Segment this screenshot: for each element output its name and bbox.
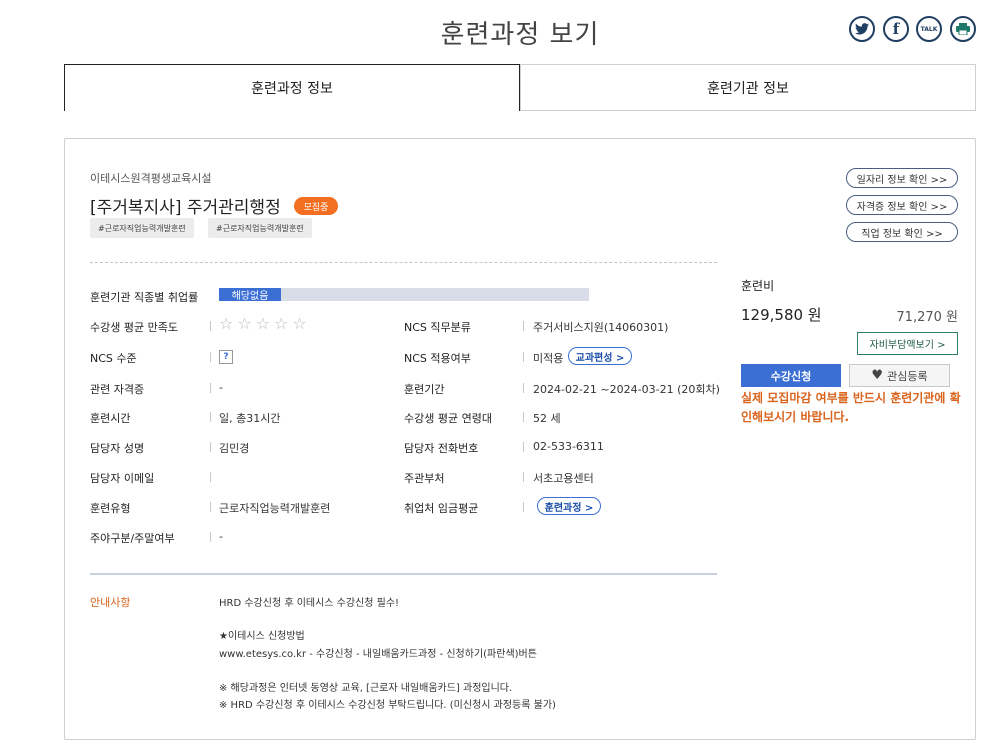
course-tag[interactable]: #근로자직업능력개발훈련 (208, 218, 312, 238)
course-title: [주거복지사] 주거관리행정 (90, 198, 281, 218)
print-button[interactable] (950, 16, 976, 42)
kakaotalk-share-button[interactable]: TALK (916, 16, 942, 42)
career-info-link[interactable]: 직업 정보 확인 >> (846, 222, 958, 242)
training-type-label: 훈련유형 (90, 502, 131, 515)
fee-amount: 129,580 원 (741, 306, 822, 324)
twitter-share-button[interactable] (849, 16, 875, 42)
related-cert-label: 관련 자격증 (90, 383, 145, 396)
notice-label: 안내사항 (90, 596, 131, 609)
manager-phone-value: 02-533-6311 (533, 440, 604, 453)
avg-age-label: 수강생 평균 연령대 (404, 412, 492, 425)
manager-email-label: 담당자 이메일 (90, 472, 155, 485)
ministry-value: 서초고용센터 (533, 472, 594, 485)
apply-button[interactable]: 수강신청 (741, 364, 841, 387)
institution-name: 이테시스원격평생교육시설 (90, 172, 212, 185)
notice-line: ※ HRD 수강신청 후 이테시스 수강신청 부탁드립니다. (미신청시 과정등… (219, 700, 556, 711)
divider (523, 321, 524, 331)
divider (210, 383, 211, 393)
divider (523, 472, 524, 482)
ncs-level-label: NCS 수준 (90, 352, 137, 365)
cert-info-link[interactable]: 자격증 정보 확인 >> (846, 195, 958, 215)
talk-icon: TALK (920, 25, 938, 33)
star-icon: ☆ (255, 314, 271, 333)
day-type-label: 주야구분/주말여부 (90, 532, 175, 545)
divider (523, 352, 524, 362)
divider (210, 412, 211, 422)
tab-institution-info[interactable]: 훈련기관 정보 (520, 64, 976, 111)
self-pay-amount: 71,270 원 (896, 310, 958, 325)
twitter-icon (855, 23, 869, 35)
tab-course-info[interactable]: 훈련과정 정보 (64, 64, 520, 111)
self-pay-button[interactable]: 자비부담액보기 > (857, 332, 958, 355)
day-type-value: - (219, 530, 223, 543)
star-icon: ☆ (274, 314, 289, 333)
status-badge: 모집중 (294, 197, 338, 215)
divider (210, 442, 211, 452)
curriculum-button[interactable]: 교과편성 > (568, 347, 632, 365)
period-label: 훈련기간 (404, 383, 445, 396)
interest-button-label: 관심등록 (887, 369, 928, 383)
notice-line: www.etesys.co.kr - 수강신청 - 내일배움카드과정 - 신청하… (219, 649, 537, 660)
avg-age-value: 52 세 (533, 412, 561, 425)
help-icon[interactable]: ? (219, 350, 233, 364)
course-button[interactable]: 훈련과정 > (537, 497, 601, 515)
ministry-label: 주관부처 (404, 472, 445, 485)
divider (210, 502, 211, 512)
ncs-apply-value: 미적용 (533, 352, 564, 365)
course-tag[interactable]: #근로자직업능력개발훈련 (90, 218, 194, 238)
deadline-warning: 실제 모집마감 여부를 반드시 훈련기관에 확인해보시기 바랍니다. (741, 391, 961, 424)
manager-name-value: 김민경 (219, 442, 250, 455)
divider (210, 472, 211, 482)
satisfaction-rating: ☆ ☆ ☆ ☆ ☆ (219, 314, 307, 333)
divider (90, 262, 717, 263)
notice-line: ※ 해당과정은 인터넷 동영상 교육, [근로자 내일배움카드] 과정입니다. (219, 683, 513, 694)
training-hours-label: 훈련시간 (90, 412, 131, 425)
divider (523, 383, 524, 393)
divider (523, 442, 524, 452)
divider (210, 352, 211, 362)
star-icon: ☆ (237, 314, 252, 333)
fee-label: 훈련비 (741, 279, 775, 293)
related-cert-value: - (219, 381, 223, 394)
facebook-share-button[interactable]: f (883, 16, 909, 42)
heart-icon: ♥ (871, 368, 884, 383)
divider (523, 502, 524, 512)
interest-button[interactable]: ♥ 관심등록 (849, 364, 950, 387)
employment-rate-label: 훈련기관 직종별 취업률 (90, 291, 199, 304)
divider (90, 573, 717, 575)
employment-rate-value: 해당없음 (219, 288, 281, 302)
notice-line: HRD 수강신청 후 이테시스 수강신청 필수! (219, 598, 400, 609)
ncs-apply-label: NCS 적용여부 (404, 352, 471, 365)
star-icon: ☆ (219, 314, 234, 333)
divider (210, 321, 211, 331)
wage-label: 취업처 임금평균 (404, 502, 479, 515)
facebook-icon: f (892, 20, 900, 38)
manager-phone-label: 담당자 전화번호 (404, 442, 479, 455)
divider (210, 532, 211, 542)
ncs-job-label: NCS 직무분류 (404, 321, 471, 334)
training-type-value: 근로자직업능력개발훈련 (219, 502, 331, 515)
job-info-link[interactable]: 일자리 정보 확인 >> (846, 168, 958, 188)
star-icon: ☆ (292, 314, 307, 333)
divider (523, 412, 524, 422)
manager-name-label: 담당자 성명 (90, 442, 145, 455)
satisfaction-label: 수강생 평균 만족도 (90, 321, 178, 334)
print-icon (956, 23, 970, 35)
notice-line: ★이테시스 신청방법 (219, 631, 305, 642)
period-value: 2024-02-21 ~2024-03-21 (20회차) (533, 383, 720, 396)
ncs-job-value: 주거서비스지원(14060301) (533, 321, 669, 334)
training-hours-value: 일, 총31시간 (219, 412, 281, 425)
